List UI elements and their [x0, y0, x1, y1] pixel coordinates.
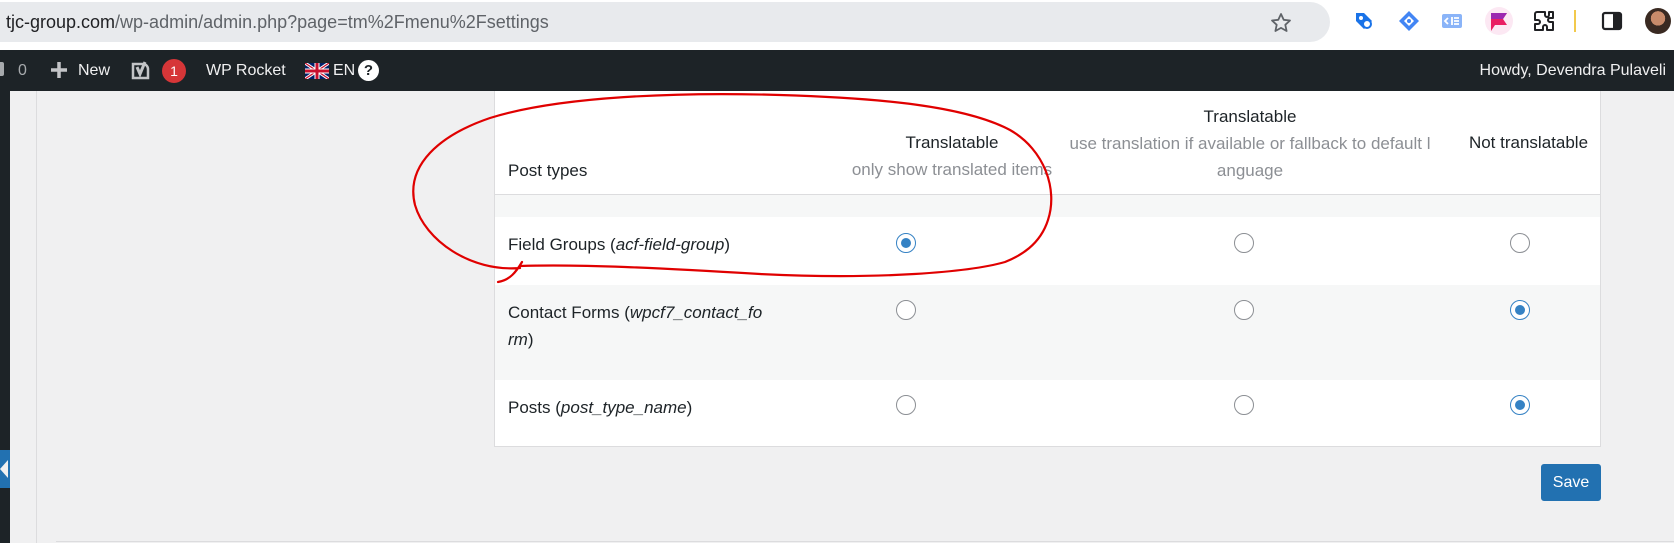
radio-translatable-only[interactable] — [896, 395, 916, 415]
plus-icon[interactable] — [50, 61, 68, 79]
table-spacer — [495, 195, 1600, 217]
new-menu-item[interactable]: New — [78, 50, 110, 91]
uk-flag-icon[interactable] — [305, 63, 329, 79]
radio-translatable-fallback[interactable] — [1234, 395, 1254, 415]
comments-icon[interactable] — [0, 62, 4, 76]
header-col2-desc-line2: anguage — [1216, 161, 1284, 180]
side-panel-icon[interactable] — [1600, 9, 1624, 33]
address-bar[interactable]: tjc-group.com/wp-admin/admin.php?page=tm… — [0, 2, 1330, 42]
profile-avatar[interactable] — [1645, 8, 1671, 34]
header-col1-title: Translatable — [905, 133, 999, 152]
table-row: Field Groups (acf-field-group) — [495, 217, 1600, 285]
content-divider — [36, 91, 37, 543]
row-label: Contact Forms (wpcf7_contact_fo rm) — [508, 303, 763, 349]
radio-translatable-only[interactable] — [896, 233, 916, 253]
row-slug: post_type_name — [560, 398, 687, 417]
header-translatable-fallback: Translatable use translation if availabl… — [1055, 103, 1445, 184]
tag-extension-icon[interactable] — [1352, 9, 1376, 33]
radio-not-translatable[interactable] — [1510, 395, 1530, 415]
radio-not-translatable[interactable] — [1510, 233, 1530, 253]
comment-count[interactable]: 0 — [18, 50, 27, 91]
row-name: Posts — [508, 398, 551, 417]
url-path: /wp-admin/admin.php?page=tm%2Fmenu%2Fset… — [115, 12, 549, 32]
header-post-types: Post types — [508, 161, 588, 180]
row-slug-wrap: rm — [508, 330, 528, 349]
url-domain: tjc-group.com — [6, 12, 116, 32]
row-name: Contact Forms — [508, 303, 620, 322]
row-slug: wpcf7_contact_fo — [629, 303, 763, 322]
yoast-notification-badge[interactable]: 1 — [162, 59, 186, 83]
language-switcher[interactable]: EN — [333, 50, 355, 91]
bookmark-star-icon[interactable] — [1269, 11, 1293, 35]
extension-separator — [1574, 10, 1576, 32]
header-not-translatable: Not translatable — [1468, 133, 1589, 152]
url-text[interactable]: tjc-group.com/wp-admin/admin.php?page=tm… — [6, 12, 549, 33]
flag-extension-icon[interactable] — [1487, 9, 1511, 33]
post-types-settings-table: Post types Translatable only show transl… — [494, 91, 1601, 447]
browser-toolbar: tjc-group.com/wp-admin/admin.php?page=tm… — [0, 0, 1674, 50]
table-row: Contact Forms (wpcf7_contact_fo rm) — [495, 285, 1600, 380]
help-icon[interactable]: ? — [358, 60, 379, 81]
screen: tjc-group.com/wp-admin/admin.php?page=tm… — [0, 0, 1674, 543]
row-label: Field Groups (acf-field-group) — [508, 235, 731, 254]
radio-translatable-only[interactable] — [896, 300, 916, 320]
extensions-puzzle-icon[interactable] — [1532, 9, 1556, 33]
diamond-extension-icon[interactable] — [1397, 9, 1421, 33]
radio-translatable-fallback[interactable] — [1234, 233, 1254, 253]
radio-not-translatable[interactable] — [1510, 300, 1530, 320]
row-label: Posts (post_type_name) — [508, 398, 693, 417]
collapse-menu-arrow-icon[interactable] — [0, 450, 10, 488]
footer-divider — [56, 541, 1674, 542]
save-button[interactable]: Save — [1541, 464, 1601, 501]
header-col2-title: Translatable — [1203, 107, 1297, 126]
radio-translatable-fallback[interactable] — [1234, 300, 1254, 320]
table-row: Posts (post_type_name) — [495, 380, 1600, 447]
header-col2-desc-line1: use translation if available or fallback… — [1069, 134, 1431, 153]
row-slug: acf-field-group — [615, 235, 725, 254]
row-name: Field Groups — [508, 235, 606, 254]
yoast-seo-icon[interactable] — [130, 60, 152, 82]
screen-reader-extension-icon[interactable] — [1440, 9, 1464, 33]
wp-admin-bar: 0 New 1 WP Rocket EN ? Howdy, Devendra P… — [0, 50, 1674, 91]
wp-rocket-menu-item[interactable]: WP Rocket — [206, 50, 286, 91]
table-header: Post types Translatable only show transl… — [495, 91, 1600, 195]
account-greeting[interactable]: Howdy, Devendra Pulaveli — [1480, 50, 1666, 91]
